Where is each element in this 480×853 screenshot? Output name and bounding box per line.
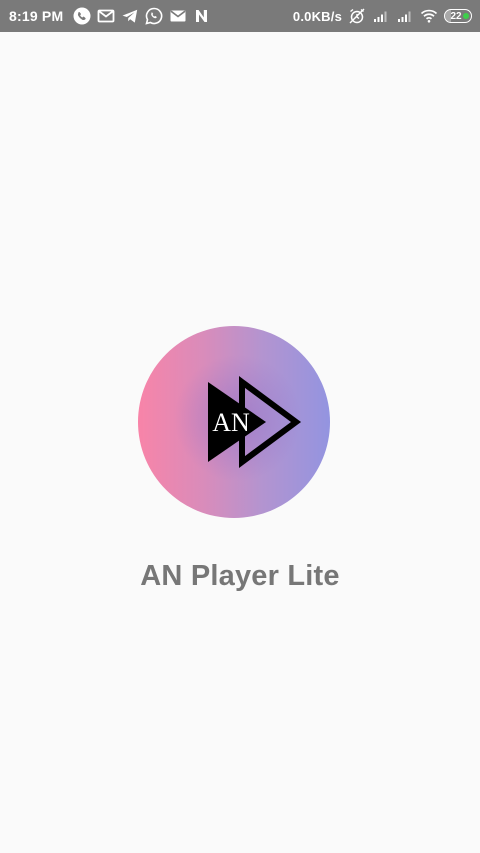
logo-text: AN	[212, 408, 250, 437]
wifi-icon	[420, 7, 438, 25]
battery-icon: 22	[444, 9, 472, 23]
app-logo: AN	[138, 326, 330, 518]
status-bar-right: 0.0KB/s 22	[293, 7, 472, 25]
signal-icon	[396, 7, 414, 25]
status-bar-left: 8:19 PM	[9, 7, 211, 25]
n-app-icon	[193, 7, 211, 25]
telegram-icon	[121, 7, 139, 25]
battery-level: 22	[450, 10, 462, 22]
alarm-off-icon	[348, 7, 366, 25]
status-time: 8:19 PM	[9, 8, 64, 24]
gmail-icon	[97, 7, 115, 25]
signal-icon	[372, 7, 390, 25]
battery-charging-dot	[463, 12, 469, 19]
phone-icon	[73, 7, 91, 25]
splash-screen: 8:19 PM 0.0KB/s 22 AN AN Player Lite	[0, 0, 480, 853]
whatsapp-icon	[145, 7, 163, 25]
network-speed: 0.0KB/s	[292, 8, 342, 24]
app-name: AN Player Lite	[140, 560, 340, 592]
gmail-icon	[169, 7, 187, 25]
status-bar: 8:19 PM 0.0KB/s 22	[0, 0, 480, 32]
logo-circle: AN	[138, 326, 330, 518]
play-forward-logo-icon: AN	[208, 376, 302, 468]
